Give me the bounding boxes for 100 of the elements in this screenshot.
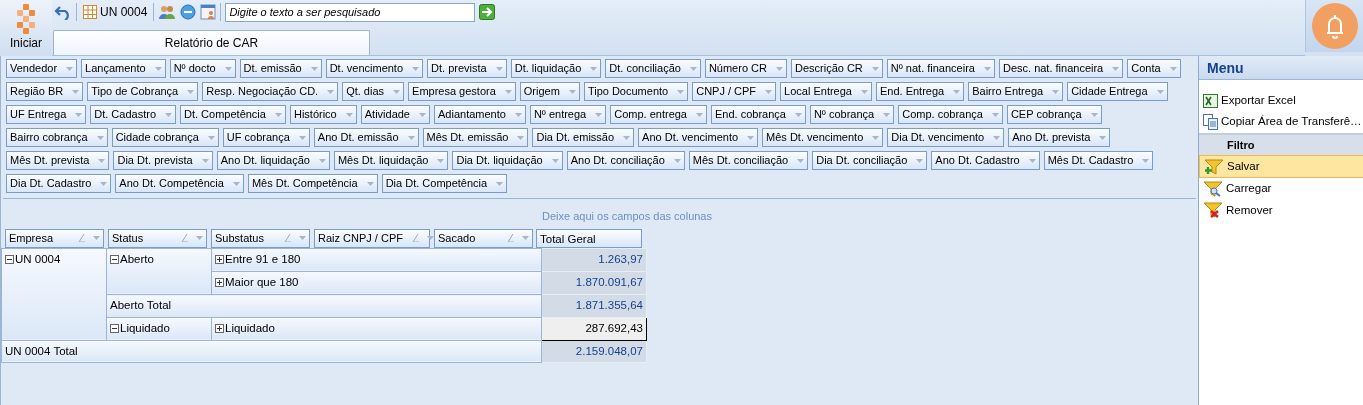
field-chip[interactable]: Descrição CR: [790, 59, 883, 78]
field-chip[interactable]: Dt. emissão: [239, 59, 322, 78]
field-chip[interactable]: Ano Dt. emissão: [313, 128, 419, 147]
collapse-icon[interactable]: [110, 254, 119, 264]
field-chip[interactable]: Mês Dt. conciliação: [688, 151, 809, 170]
field-chip[interactable]: Comp. entrega: [610, 105, 707, 124]
field-chip[interactable]: Cidade cobrança: [111, 128, 219, 147]
column-header: Total Geral: [536, 228, 642, 248]
field-chip[interactable]: UF cobrança: [222, 128, 310, 147]
field-chip[interactable]: Mês Dt. Competência: [247, 174, 378, 193]
field-chip[interactable]: Dt. liquidação: [510, 59, 602, 78]
field-chip[interactable]: Conta: [1127, 59, 1181, 78]
field-chip[interactable]: Nº docto: [169, 59, 236, 78]
field-chip[interactable]: UF Entrega: [6, 105, 87, 124]
collapse-icon[interactable]: [5, 254, 14, 264]
expand-icon[interactable]: [215, 323, 224, 333]
field-chip[interactable]: Bairro cobrança: [6, 128, 108, 147]
field-chip[interactable]: Local Entrega: [780, 82, 872, 101]
field-chip[interactable]: Tipo de Cobrança: [87, 82, 199, 101]
field-chip[interactable]: Mês Dt. Cadastro: [1043, 151, 1154, 170]
field-chip[interactable]: Dia Dt. conciliação: [812, 151, 928, 170]
menu-section-header: Filtro: [1199, 132, 1363, 155]
field-chip[interactable]: Sacado: [434, 228, 533, 248]
field-chip[interactable]: Mês Dt. prevista: [6, 151, 110, 170]
expand-icon[interactable]: [215, 254, 224, 264]
field-chip[interactable]: Dt. prevista: [427, 59, 507, 78]
field-chip[interactable]: End. Entrega: [876, 82, 965, 101]
funnel-cross-icon: [1203, 202, 1223, 219]
field-chip[interactable]: Mês Dt. liquidação: [333, 151, 449, 170]
users-icon[interactable]: [158, 4, 177, 20]
field-chip[interactable]: Histórico: [289, 105, 357, 124]
field-chip[interactable]: Nº nat. financeira: [886, 59, 995, 78]
menu-item[interactable]: Exportar Excel: [1199, 90, 1363, 112]
field-chip[interactable]: Empresa gestora: [408, 82, 516, 101]
field-chip[interactable]: Nº entrega: [529, 105, 607, 124]
field-chip[interactable]: Dt. Competência: [180, 105, 286, 124]
field-chip[interactable]: Ano Dt. prevista: [1008, 128, 1111, 147]
field-chip[interactable]: Vendedor: [6, 59, 78, 78]
field-chip[interactable]: Desc. nat. financeira: [998, 59, 1124, 78]
field-chip[interactable]: Ano Dt. vencimento: [638, 128, 759, 147]
field-chip[interactable]: Substatus: [211, 228, 310, 248]
menu-item[interactable]: Copiar Área de Transferê…: [1199, 111, 1363, 133]
menu-item[interactable]: Remover: [1199, 199, 1363, 221]
field-chip[interactable]: Dia Dt. emissão: [532, 128, 635, 147]
field-chip[interactable]: Dia Dt. Competência: [381, 174, 508, 193]
field-chip[interactable]: Adiantamento: [434, 105, 526, 124]
field-chip[interactable]: End. cobrança: [711, 105, 806, 124]
field-chip[interactable]: Dia Dt. vencimento: [887, 128, 1005, 147]
field-chip[interactable]: Dia Dt. prevista: [113, 151, 213, 170]
field-chip[interactable]: Número CR: [704, 59, 787, 78]
grid-icon: [83, 5, 97, 19]
field-chip[interactable]: Tipo Documento: [583, 82, 689, 101]
field-chip[interactable]: Comp. cobrança: [898, 105, 1003, 124]
subtotal-label: Aberto Total: [106, 294, 542, 317]
field-chip[interactable]: Mês Dt. vencimento: [762, 128, 884, 147]
expand-icon[interactable]: [215, 278, 224, 287]
field-chip[interactable]: Ano Dt. liquidação: [216, 151, 330, 170]
menu-item[interactable]: Salvar: [1199, 155, 1363, 179]
search-field[interactable]: Digite o texto a ser pesquisado: [225, 2, 476, 22]
field-chip[interactable]: Dia Dt. liquidação: [452, 151, 563, 170]
field-chip[interactable]: Ano Dt. Cadastro: [931, 151, 1040, 170]
field-chip[interactable]: Atividade: [360, 105, 430, 124]
field-chip[interactable]: Dt. Cadastro: [90, 105, 176, 124]
field-chip[interactable]: Lançamento: [81, 59, 166, 78]
unit-button[interactable]: UN 0004: [81, 3, 150, 21]
field-chip[interactable]: Bairro Entrega: [968, 82, 1064, 101]
field-chip[interactable]: Dia Dt. Cadastro: [6, 174, 112, 193]
menu-item[interactable]: Carregar: [1199, 178, 1363, 200]
field-chip[interactable]: Cidade Entrega: [1067, 82, 1168, 101]
go-arrow-icon[interactable]: [479, 4, 496, 20]
field-chip[interactable]: Mês Dt. emissão: [422, 128, 529, 147]
collapse-icon[interactable]: [110, 323, 119, 333]
field-chip[interactable]: Empresa: [5, 228, 104, 248]
sort-icon: [181, 234, 188, 242]
calendar-person-icon[interactable]: [200, 4, 217, 20]
value-cell: 1.870.091,67: [541, 271, 647, 295]
field-chip[interactable]: Qt. dias: [342, 82, 405, 101]
field-chip[interactable]: CNPJ / CPF: [692, 82, 777, 101]
field-chip[interactable]: CEP cobrança: [1006, 105, 1102, 124]
field-chip[interactable]: Nº cobrança: [809, 105, 895, 124]
field-chip[interactable]: Origem: [519, 82, 580, 101]
row-label[interactable]: UN 0004: [5, 250, 61, 268]
menu-title: Menu: [1199, 56, 1363, 80]
row-label[interactable]: Aberto: [110, 250, 154, 268]
field-chip[interactable]: Ano Dt. conciliação: [566, 151, 685, 170]
row-label[interactable]: Liquidado: [215, 319, 275, 337]
field-chip[interactable]: Resp. Negociação CD.: [202, 82, 339, 101]
drop-hint: Deixe aqui os campos das colunas: [542, 209, 713, 224]
total-label: UN 0004 Total: [1, 340, 542, 363]
start-button[interactable]: Iniciar: [0, 0, 52, 56]
funnel-magnifier-icon: [1203, 180, 1223, 197]
field-chip[interactable]: Status: [108, 228, 207, 248]
field-chip[interactable]: Dt. vencimento: [325, 59, 424, 78]
field-chip[interactable]: Ano Dt. Competência: [115, 174, 244, 193]
row-label[interactable]: Entre 91 e 180: [215, 250, 301, 268]
field-chip[interactable]: Dt. conciliação: [605, 59, 701, 78]
funnel-plus-icon: [1204, 158, 1224, 175]
undo-icon[interactable]: [54, 4, 72, 20]
field-chip[interactable]: Região BR: [6, 82, 84, 101]
tab[interactable]: Relatório de CAR: [53, 30, 370, 55]
